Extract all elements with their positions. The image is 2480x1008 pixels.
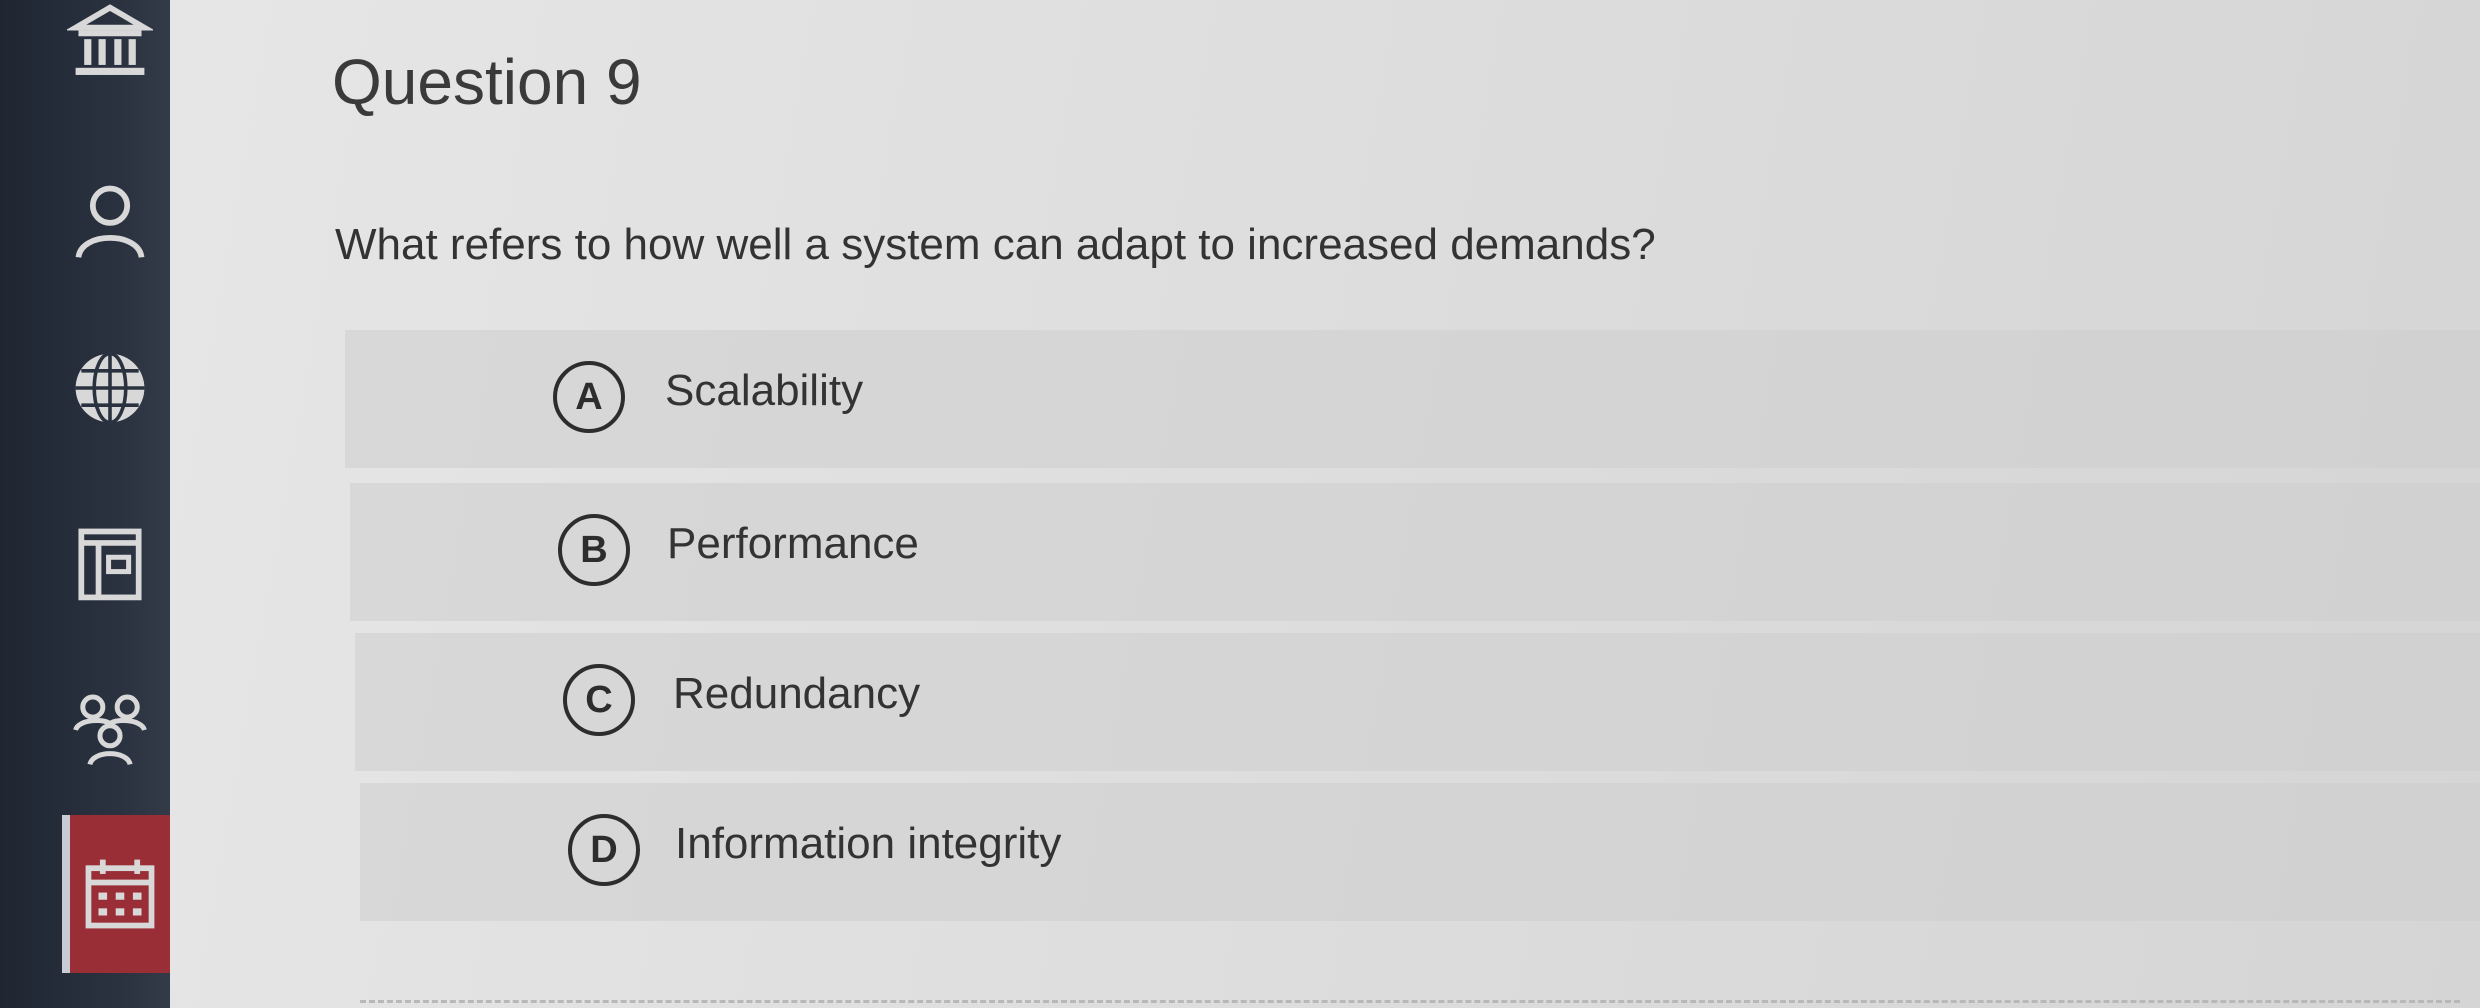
divider: [360, 1000, 2460, 1003]
option-c-label: Redundancy: [673, 669, 921, 718]
option-d-letter: D: [568, 814, 640, 886]
option-b-letter: B: [558, 514, 630, 586]
institution-nav-item[interactable]: [60, 0, 160, 92]
groups-icon: [73, 694, 147, 766]
option-d-label: Information integrity: [675, 819, 1062, 868]
globe-nav-item[interactable]: [60, 338, 160, 438]
option-b-label: Performance: [667, 519, 919, 568]
option-d[interactable]: D Information integrity: [360, 783, 2480, 921]
sidebar-nav: [0, 0, 170, 1008]
option-a[interactable]: A Scalability: [345, 330, 2480, 468]
institution-icon: [67, 4, 153, 75]
dashboard-icon: [78, 528, 142, 601]
option-b[interactable]: B Performance: [350, 483, 2480, 621]
option-c-letter: C: [563, 664, 635, 736]
option-c[interactable]: C Redundancy: [355, 633, 2480, 771]
groups-nav-item[interactable]: [60, 680, 160, 780]
quiz-content: Question 9 What refers to how well a sys…: [170, 0, 2480, 1008]
calendar-icon: [85, 859, 155, 929]
account-nav-item[interactable]: [60, 170, 160, 270]
question-text: What refers to how well a system can ada…: [335, 220, 1656, 269]
option-a-letter: A: [553, 361, 625, 433]
question-title: Question 9: [332, 46, 642, 118]
globe-icon: [75, 351, 145, 425]
account-icon: [75, 185, 145, 259]
calendar-nav-item[interactable]: [62, 815, 170, 973]
option-a-label: Scalability: [665, 366, 864, 415]
dashboard-nav-item[interactable]: [60, 513, 160, 613]
